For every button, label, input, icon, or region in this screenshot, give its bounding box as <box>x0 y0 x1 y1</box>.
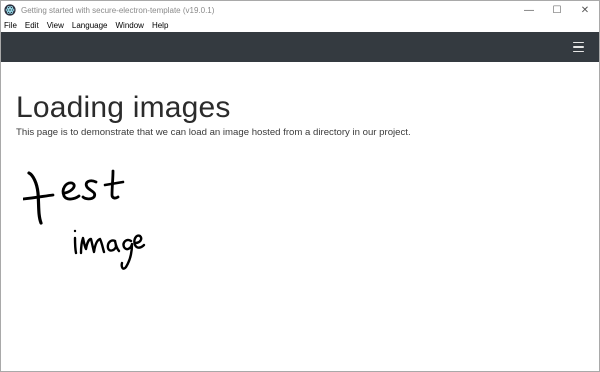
main-content: Loading images This page is to demonstra… <box>1 62 599 138</box>
menu-language[interactable]: Language <box>72 21 108 30</box>
close-icon: ✕ <box>580 4 590 16</box>
maximize-button[interactable]: ☐ <box>543 1 571 19</box>
hamburger-menu-icon[interactable] <box>573 42 584 52</box>
minimize-button[interactable]: — <box>515 1 543 19</box>
window-title: Getting started with secure-electron-tem… <box>21 5 215 15</box>
menu-window[interactable]: Window <box>115 21 143 30</box>
menu-view[interactable]: View <box>47 21 64 30</box>
test-image <box>23 169 146 270</box>
app-window: Getting started with secure-electron-tem… <box>0 0 600 372</box>
page-title: Loading images <box>16 91 231 124</box>
menu-bar: File Edit View Language Window Help <box>1 19 599 32</box>
page-description: This page is to demonstrate that we can … <box>16 127 411 138</box>
window-controls: — ☐ ✕ <box>515 1 599 19</box>
menu-file[interactable]: File <box>4 21 17 30</box>
menu-edit[interactable]: Edit <box>25 21 39 30</box>
close-button[interactable]: ✕ <box>571 1 599 19</box>
maximize-icon: ☐ <box>552 4 562 16</box>
title-bar[interactable]: Getting started with secure-electron-tem… <box>1 1 599 19</box>
menu-help[interactable]: Help <box>152 21 168 30</box>
top-navbar <box>1 32 599 62</box>
minimize-icon: — <box>524 4 534 16</box>
electron-app-icon <box>4 4 16 16</box>
